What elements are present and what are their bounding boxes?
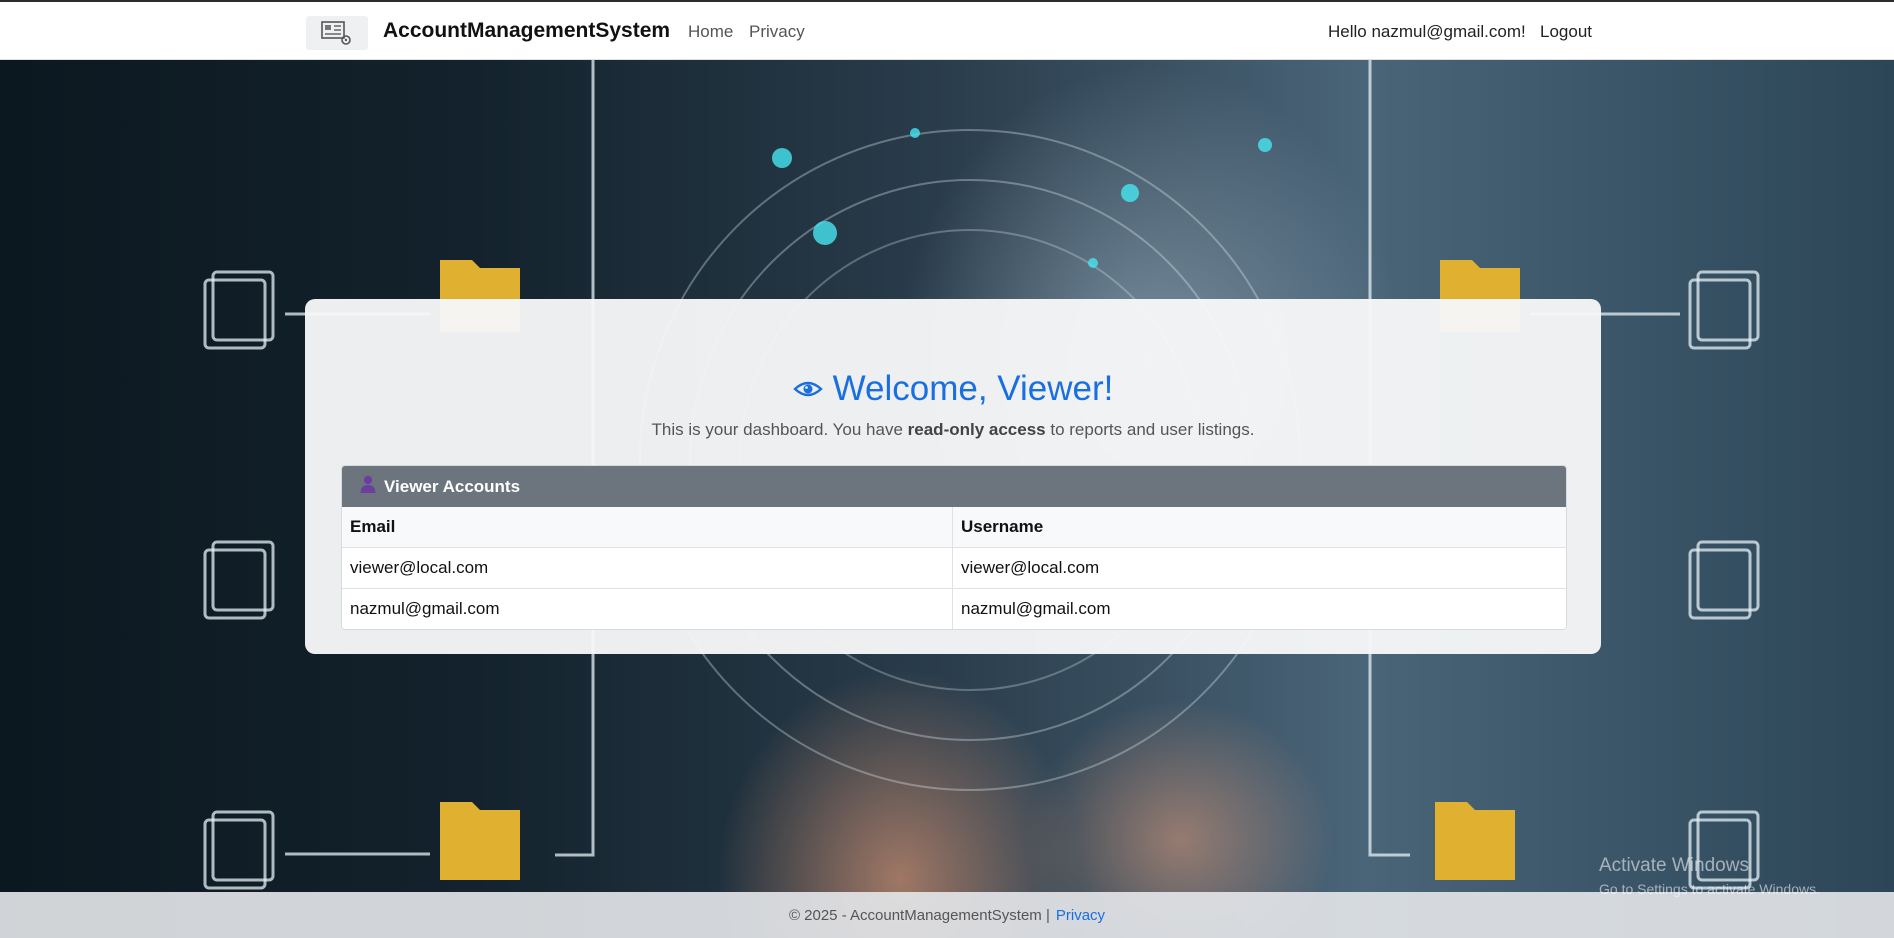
footer-privacy-link[interactable]: Privacy xyxy=(1056,907,1105,924)
table-row: nazmul@gmail.com nazmul@gmail.com xyxy=(342,588,1566,629)
logout-button[interactable]: Logout xyxy=(1540,22,1592,42)
activation-watermark: Activate Windows Go to Settings to activ… xyxy=(1599,855,1820,897)
navbar: AccountManagementSystem Home Privacy Hel… xyxy=(0,0,1894,60)
subtitle-emphasis: read-only access xyxy=(907,420,1046,439)
viewer-accounts-panel: Viewer Accounts Email Username viewer@lo… xyxy=(341,465,1567,630)
panel-header: Viewer Accounts xyxy=(342,466,1566,507)
user-greeting-link[interactable]: Hello nazmul@gmail.com! xyxy=(1328,22,1526,42)
cell-username: viewer@local.com xyxy=(952,547,1566,589)
user-icon xyxy=(360,475,376,498)
dashboard-card: Welcome, Viewer! This is your dashboard.… xyxy=(305,299,1601,654)
page-title: Welcome, Viewer! xyxy=(305,369,1601,411)
dashboard-subtitle: This is your dashboard. You have read-on… xyxy=(305,420,1601,440)
watermark-subtitle: Go to Settings to activate Windows. xyxy=(1599,881,1820,897)
column-header-email: Email xyxy=(342,507,953,548)
brand-logo-icon[interactable] xyxy=(306,16,368,50)
welcome-heading: Welcome, Viewer! xyxy=(832,369,1114,408)
table-header-row: Email Username xyxy=(342,507,1566,548)
nav-privacy-link[interactable]: Privacy xyxy=(749,22,805,42)
subtitle-text: This is your dashboard. You have xyxy=(651,420,908,439)
accounts-table: Email Username viewer@local.com viewer@l… xyxy=(342,507,1566,629)
column-header-username: Username xyxy=(952,507,1566,548)
eye-icon xyxy=(792,368,823,408)
watermark-title: Activate Windows xyxy=(1599,855,1749,876)
table-row: viewer@local.com viewer@local.com xyxy=(342,547,1566,589)
footer-copyright: © 2025 - AccountManagementSystem | xyxy=(788,906,1050,924)
cell-email: viewer@local.com xyxy=(342,547,953,589)
nav-home-link[interactable]: Home xyxy=(688,22,733,42)
brand-title[interactable]: AccountManagementSystem xyxy=(383,19,670,43)
cell-username: nazmul@gmail.com xyxy=(952,588,1566,629)
footer: © 2025 - AccountManagementSystem | Priva… xyxy=(0,892,1894,938)
panel-title: Viewer Accounts xyxy=(384,476,521,496)
subtitle-text-end: to reports and user listings. xyxy=(1045,420,1255,439)
cell-email: nazmul@gmail.com xyxy=(342,588,953,629)
